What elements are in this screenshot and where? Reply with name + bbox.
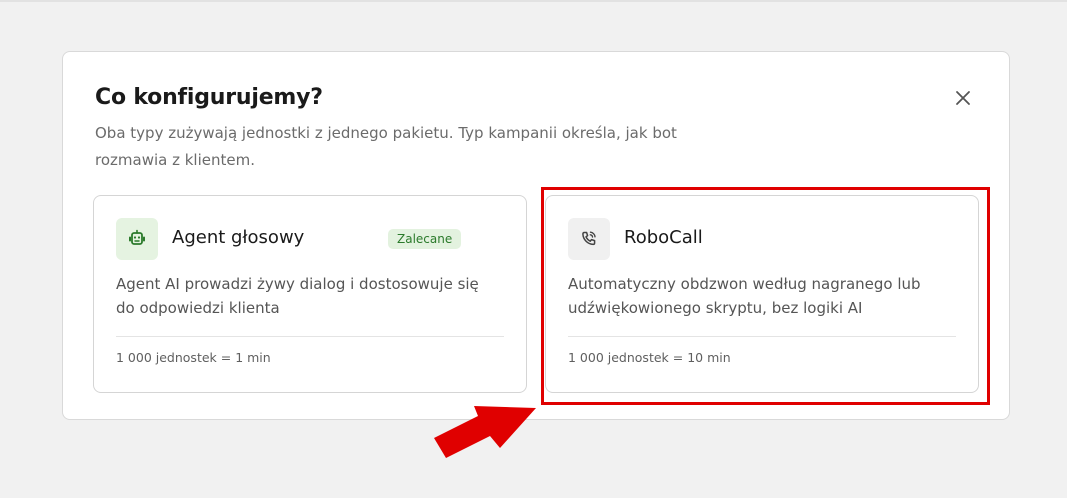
phone-call-icon bbox=[568, 218, 610, 260]
card-divider bbox=[568, 336, 956, 337]
card-unit-rate: 1 000 jednostek = 1 min bbox=[116, 350, 271, 365]
close-button[interactable] bbox=[951, 86, 975, 110]
card-divider bbox=[116, 336, 504, 337]
campaign-type-dialog: Co konfigurujemy? Oba typy zużywają jedn… bbox=[62, 51, 1010, 420]
option-card-agent[interactable]: Agent głosowy Zalecane Agent AI prowadzi… bbox=[93, 195, 527, 393]
close-icon bbox=[956, 91, 970, 105]
option-card-robocall[interactable]: RoboCall Automatyczny obdzwon według nag… bbox=[545, 195, 979, 393]
card-title: RoboCall bbox=[624, 227, 703, 248]
robot-icon bbox=[116, 218, 158, 260]
recommended-badge: Zalecane bbox=[388, 229, 462, 249]
dialog-description: Oba typy zużywają jednostki z jednego pa… bbox=[95, 124, 677, 169]
card-description: Agent AI prowadzi żywy dialog i dostosow… bbox=[116, 275, 479, 317]
top-border bbox=[0, 0, 1067, 2]
card-description: Automatyczny obdzwon według nagranego lu… bbox=[568, 275, 921, 317]
card-unit-rate: 1 000 jednostek = 10 min bbox=[568, 350, 731, 365]
card-title: Agent głosowy bbox=[172, 227, 305, 248]
dialog-title: Co konfigurujemy? bbox=[95, 85, 323, 110]
